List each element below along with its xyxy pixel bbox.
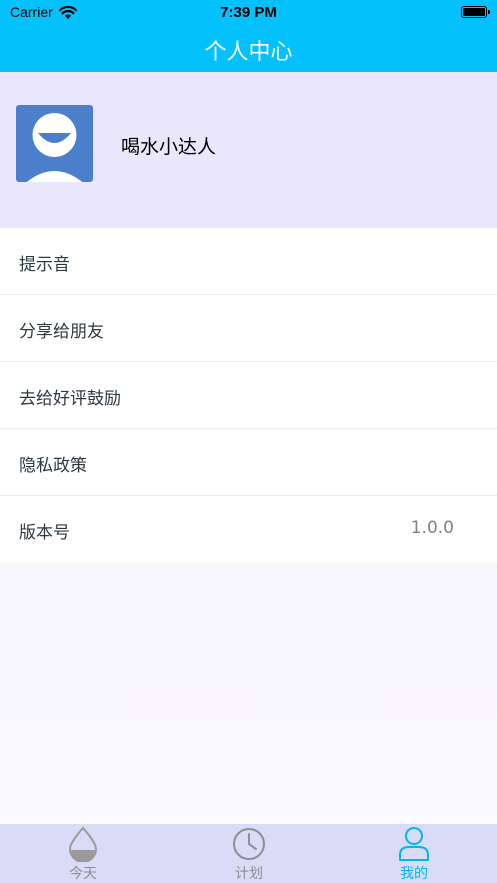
page-title: 个人中心 bbox=[204, 40, 293, 65]
status-bar: Carrier 7:39 PM bbox=[0, 0, 497, 26]
menu-item-label: 提示音 bbox=[19, 255, 70, 275]
menu-item-share[interactable]: 分享给朋友 bbox=[0, 295, 497, 362]
water-drop-icon bbox=[68, 826, 98, 862]
tab-label: 计划 bbox=[235, 866, 263, 882]
default-avatar-icon bbox=[26, 113, 83, 182]
username: 喝水小达人 bbox=[121, 136, 217, 158]
tab-plan[interactable]: 计划 bbox=[166, 824, 332, 883]
menu-item-privacy[interactable]: 隐私政策 bbox=[0, 429, 497, 496]
version-value: 1.0.0 bbox=[410, 518, 454, 538]
settings-list: 提示音 分享给朋友 去给好评鼓励 隐私政策 版本号 1.0.0 bbox=[0, 228, 497, 563]
menu-item-version[interactable]: 版本号 1.0.0 bbox=[0, 496, 497, 563]
menu-item-label: 分享给朋友 bbox=[19, 322, 104, 342]
tab-bar: 今天 计划 我的 bbox=[0, 824, 497, 883]
avatar[interactable] bbox=[16, 105, 93, 182]
tab-today[interactable]: 今天 bbox=[0, 824, 166, 883]
menu-item-label: 版本号 bbox=[19, 523, 70, 543]
status-time: 7:39 PM bbox=[220, 4, 277, 21]
menu-item-sound[interactable]: 提示音 bbox=[0, 228, 497, 295]
menu-item-rate[interactable]: 去给好评鼓励 bbox=[0, 362, 497, 429]
battery-icon bbox=[461, 6, 490, 18]
tab-mine[interactable]: 我的 bbox=[331, 824, 497, 883]
header: Carrier 7:39 PM 个人中心 bbox=[0, 0, 497, 72]
tab-label: 今天 bbox=[69, 866, 97, 882]
tab-label: 我的 bbox=[400, 866, 428, 882]
clock-icon bbox=[233, 828, 265, 860]
person-icon bbox=[399, 827, 429, 861]
menu-item-label: 去给好评鼓励 bbox=[19, 389, 121, 409]
profile-section: 喝水小达人 bbox=[0, 72, 497, 228]
menu-item-label: 隐私政策 bbox=[19, 456, 87, 476]
